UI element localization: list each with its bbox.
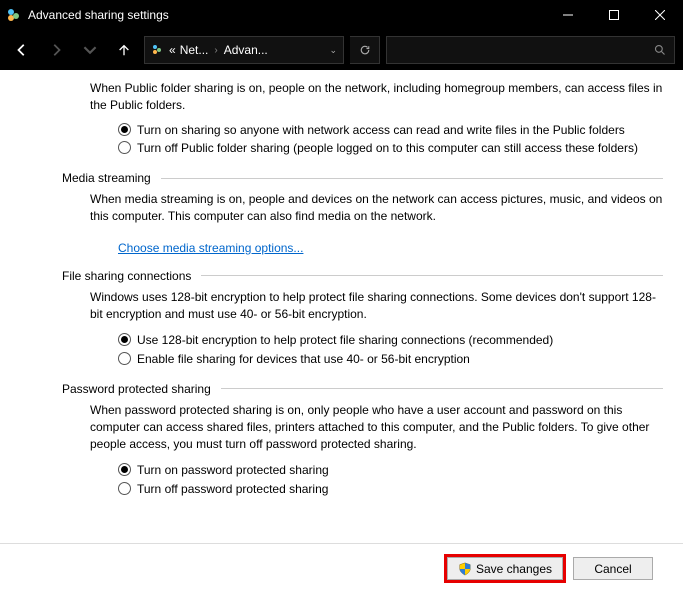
network-icon (6, 7, 22, 23)
chevron-right-icon[interactable]: › (214, 45, 217, 56)
forward-button[interactable] (42, 36, 70, 64)
public-off-label: Turn off Public folder sharing (people l… (137, 140, 638, 157)
chevron-down-icon[interactable]: ⌄ (329, 45, 337, 56)
breadcrumb-seg2[interactable]: Advan... (224, 43, 268, 57)
breadcrumb-prefix: « (169, 43, 176, 57)
network-icon (151, 43, 165, 57)
close-button[interactable] (637, 0, 683, 30)
content-area: When Public folder sharing is on, people… (0, 70, 683, 543)
maximize-button[interactable] (591, 0, 637, 30)
back-button[interactable] (8, 36, 36, 64)
divider (161, 178, 663, 179)
search-icon (654, 44, 666, 56)
navbar: « Net... › Advan... ⌄ (0, 30, 683, 70)
cancel-button[interactable]: Cancel (573, 557, 653, 580)
enc128-radio[interactable] (118, 333, 131, 346)
media-title: Media streaming (62, 171, 151, 185)
media-desc: When media streaming is on, people and d… (90, 191, 663, 225)
minimize-button[interactable] (545, 0, 591, 30)
media-options-link[interactable]: Choose media streaming options... (118, 241, 303, 255)
divider (221, 388, 663, 389)
cancel-label: Cancel (594, 562, 631, 576)
address-bar[interactable]: « Net... › Advan... ⌄ (144, 36, 344, 64)
pw-on-radio[interactable] (118, 463, 131, 476)
save-label: Save changes (476, 562, 552, 576)
filesharing-desc: Windows uses 128-bit encryption to help … (90, 289, 663, 323)
enc40-radio[interactable] (118, 352, 131, 365)
save-button[interactable]: Save changes (447, 557, 563, 580)
enc128-label: Use 128-bit encryption to help protect f… (137, 332, 553, 349)
password-title: Password protected sharing (62, 382, 211, 396)
breadcrumb-seg1[interactable]: Net... (180, 43, 209, 57)
public-on-radio[interactable] (118, 123, 131, 136)
pw-on-label: Turn on password protected sharing (137, 462, 329, 479)
password-desc: When password protected sharing is on, o… (90, 402, 663, 452)
public-folder-desc: When Public folder sharing is on, people… (90, 80, 663, 114)
public-on-label: Turn on sharing so anyone with network a… (137, 122, 625, 139)
search-input[interactable] (386, 36, 675, 64)
divider (201, 275, 663, 276)
recent-dropdown-icon[interactable] (76, 36, 104, 64)
footer: Save changes Cancel (0, 543, 683, 593)
public-off-radio[interactable] (118, 141, 131, 154)
filesharing-title: File sharing connections (62, 269, 191, 283)
window-title: Advanced sharing settings (28, 8, 545, 22)
up-button[interactable] (110, 36, 138, 64)
pw-off-radio[interactable] (118, 482, 131, 495)
refresh-button[interactable] (350, 36, 380, 64)
shield-icon (458, 562, 472, 576)
pw-off-label: Turn off password protected sharing (137, 481, 328, 498)
enc40-label: Enable file sharing for devices that use… (137, 351, 470, 368)
titlebar: Advanced sharing settings (0, 0, 683, 30)
